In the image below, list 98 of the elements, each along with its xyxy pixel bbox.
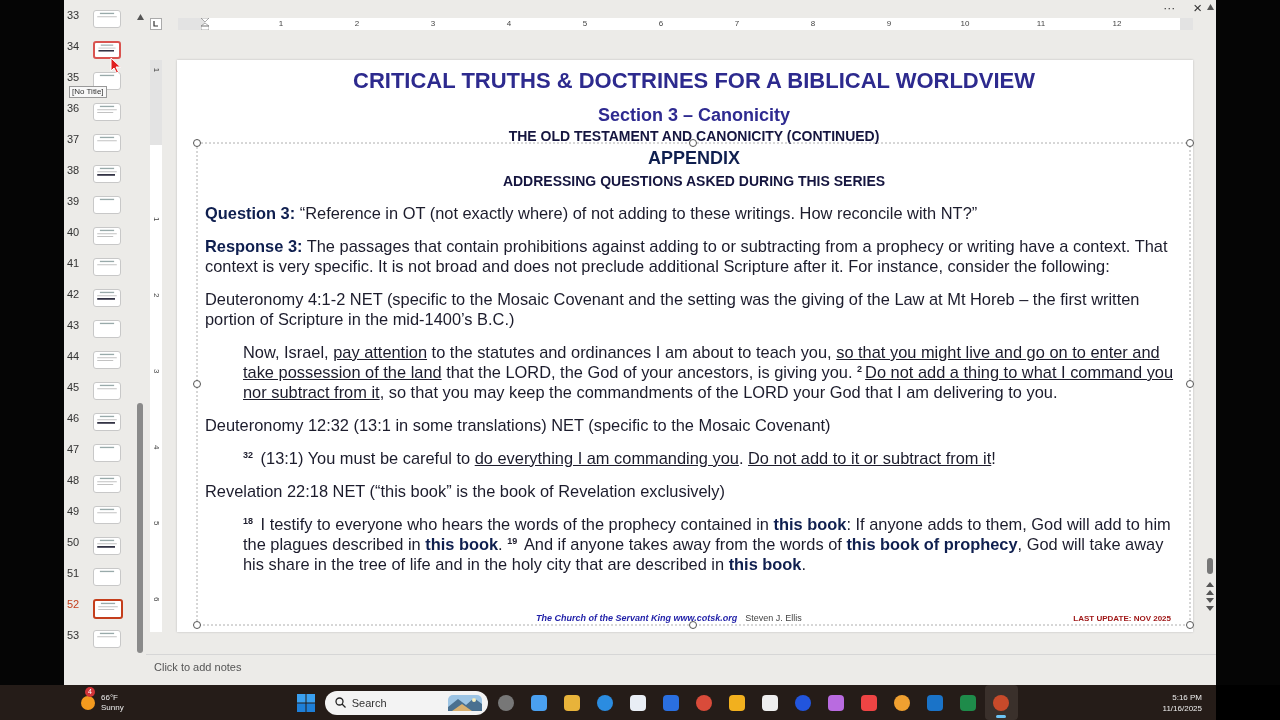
- slide-thumbnail[interactable]: [93, 537, 121, 555]
- weather-condition: Sunny: [101, 702, 124, 713]
- slide-thumbnail[interactable]: [93, 630, 121, 648]
- slide-thumbnail[interactable]: [93, 475, 121, 493]
- slide-number: 51: [66, 566, 81, 580]
- search-icon: [334, 697, 346, 708]
- church-credit: The Church of the Servant King www.cotsk.org: [536, 613, 738, 623]
- more-button[interactable]: ···: [1163, 2, 1176, 14]
- slide-number: 40: [66, 225, 81, 239]
- search-placeholder: Search: [351, 696, 388, 709]
- slide-number: 43: [66, 318, 81, 332]
- scripture-quote: $^{18}$ I testify to everyone who hears the words of the prophecy contained in this book: If anyone adds to them, God will add to him the plagues described in this book. $^{19}$ And if anyone takes away from the words of this book of prophecy, God will take away his share in the tree of life and in the holy city that are described in this book.: [243, 514, 1172, 574]
- ruler-number: 5: [152, 521, 160, 526]
- slide-thumbnail[interactable]: [93, 134, 121, 152]
- slide-thumbnail[interactable]: [93, 382, 121, 400]
- slide-thumbnail[interactable]: [93, 599, 123, 619]
- slide-number: 34: [66, 39, 81, 53]
- appendix-heading: APPENDIX: [647, 147, 741, 169]
- scroll-up-icon[interactable]: [1206, 4, 1214, 10]
- slide-title: CRITICAL TRUTHS & DOCTRINES FOR A BIBLICAL WORLDVIEW: [352, 68, 1036, 94]
- slide-navigation-icon[interactable]: [1206, 582, 1214, 612]
- ruler-number: 1: [152, 217, 160, 222]
- slide-number: 49: [66, 504, 81, 518]
- slide-number: 45: [66, 380, 81, 394]
- windows-start-icon[interactable]: [296, 693, 315, 712]
- scrollbar-thumb[interactable]: [1207, 558, 1213, 574]
- slide-number: 48: [66, 473, 81, 487]
- scripture-quote: $^{32}$ (13:1) You must be careful to do everything I am commanding you. Do not add to it or subtract from it!: [243, 448, 997, 468]
- slide-thumbnail[interactable]: [93, 10, 121, 28]
- appendix-subheading: ADDRESSING QUESTIONS ASKED DURING THIS SERIES: [501, 172, 887, 190]
- body-paragraph: Revelation 22:18 NET (“this book” is the book of Revelation exclusively): [205, 481, 726, 501]
- ruler-number: 8: [810, 18, 816, 30]
- ruler-number: 4: [152, 445, 160, 450]
- slide-number: 50: [66, 535, 81, 549]
- ruler-number: 10: [960, 18, 970, 30]
- body-paragraph: Deuteronomy 12:32 (13:1 in some translations) NET (specific to the Mosaic Covenant): [205, 415, 832, 435]
- temperature: 66°F: [101, 692, 119, 703]
- slide-number: 35: [66, 70, 81, 84]
- slide-thumbnail[interactable]: [93, 227, 121, 245]
- ruler-number: 7: [734, 18, 740, 30]
- ruler-number: 1: [152, 67, 160, 73]
- ruler-number: 9: [886, 18, 892, 30]
- section-title: Section 3 – Canonicity: [596, 104, 792, 126]
- scrollbar-thumb[interactable]: [137, 403, 143, 653]
- slide-number: 38: [66, 163, 81, 177]
- ruler-number: 11: [1036, 18, 1046, 30]
- slide-number: 39: [66, 194, 81, 208]
- slide-number: 53: [66, 628, 81, 642]
- close-button[interactable]: ×: [1193, 2, 1202, 14]
- search-field[interactable]: Search: [324, 690, 488, 715]
- ruler-number: 12: [1112, 18, 1122, 30]
- slide-number: 36: [66, 101, 81, 115]
- clock-time: 5:16 PM: [1172, 691, 1202, 703]
- body-paragraph: Deuteronomy 4:1-2 NET (specific to the Mosaic Covenant and the setting was the giving of the Law at Mt Horeb – the first written portion of Scripture in the mid-1400’s B.C.): [205, 289, 1141, 329]
- author-name: Steven J. Ellis: [745, 613, 802, 623]
- slide-number: 33: [66, 8, 81, 22]
- cursor-icon: [110, 57, 122, 74]
- tooltip: [No Title]: [69, 86, 107, 98]
- slide-number: 41: [66, 256, 81, 270]
- ruler-number: 2: [354, 18, 360, 30]
- slide-number: 52: [66, 597, 81, 611]
- ruler-number: 4: [506, 18, 512, 30]
- scroll-up-icon[interactable]: [136, 14, 144, 20]
- ruler-number: 3: [152, 369, 160, 374]
- slide-subtitle: THE OLD TESTAMENT AND CANONICITY (CONTINUED): [507, 127, 881, 145]
- slide-thumbnail[interactable]: [93, 289, 121, 307]
- slide-number: 37: [66, 132, 81, 146]
- slide-thumbnail[interactable]: [93, 165, 121, 183]
- slide-thumbnail[interactable]: [93, 41, 121, 59]
- ruler-number: 6: [658, 18, 664, 30]
- tab-stop-icon[interactable]: [150, 18, 162, 30]
- ruler-number: 5: [582, 18, 588, 30]
- slide-thumbnail[interactable]: [93, 444, 121, 462]
- slide-thumbnail[interactable]: [93, 320, 121, 338]
- sun-icon: [80, 694, 96, 711]
- body-paragraph: Question 3: “Reference in OT (not exactly where) of not adding to these writings. How reconcile with NT?”: [205, 203, 979, 223]
- slide-thumbnail[interactable]: [93, 506, 121, 524]
- slide-thumbnail[interactable]: [93, 568, 121, 586]
- slide-thumbnail[interactable]: [93, 258, 121, 276]
- slide-number: 44: [66, 349, 81, 363]
- indent-marker-icon[interactable]: [201, 18, 209, 30]
- body-paragraph: Response 3: The passages that contain prohibitions against adding to or subtracting from a prophecy or writing have a context. That context is very specific. It is not broad and does not preclude additional Scripture after it. For instance, consider the following:: [205, 236, 1169, 276]
- slide-thumbnail[interactable]: [93, 103, 121, 121]
- slide-number: 46: [66, 411, 81, 425]
- notes-field[interactable]: Click to add notes: [152, 660, 456, 674]
- app-icon[interactable]: [984, 685, 1018, 720]
- slide-thumbnail[interactable]: [93, 351, 121, 369]
- slide-number: 42: [66, 287, 81, 301]
- ruler-number: 1: [278, 18, 284, 30]
- ruler-number: 2: [152, 293, 160, 298]
- scripture-quote: Now, Israel, pay attention to the statutes and ordinances I am about to teach you, so that you might live and go on to enter and take possession of the land that the LORD, the God of your ancestors, is giving you. $^{2}$ Do not add a thing to what I command you nor subtract from it, so that you may keep the commandments of the LORD your God that I am delivering to you.: [243, 342, 1175, 402]
- ruler-number: 6: [152, 597, 160, 602]
- slide-number: 47: [66, 442, 81, 456]
- last-update: LAST UPDATE: NOV 2025: [1073, 613, 1171, 623]
- ruler-number: 3: [430, 18, 436, 30]
- slide-thumbnail[interactable]: [93, 413, 121, 431]
- slide-thumbnail[interactable]: [93, 196, 121, 214]
- clock-date: 11/16/2025: [1162, 702, 1202, 714]
